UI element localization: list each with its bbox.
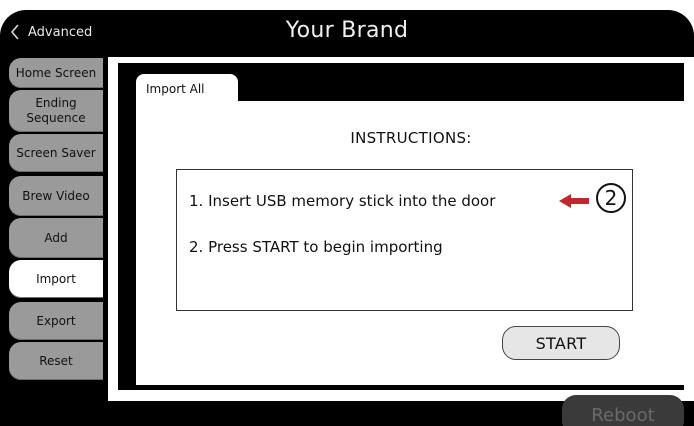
start-label: START	[535, 333, 587, 353]
tab-import-all[interactable]: Import All	[136, 74, 238, 102]
sidebar-item-add[interactable]: Add	[9, 218, 103, 258]
sidebar-item-label: Add	[44, 230, 68, 245]
callout-number: 2	[604, 186, 618, 210]
sidebar-item-export[interactable]: Export	[9, 302, 103, 340]
sidebar-item-import[interactable]: Import	[9, 260, 103, 298]
sidebar-item-label: Screen Saver	[16, 145, 96, 160]
callout-annotation: 2	[559, 182, 679, 220]
header-bar: Advanced Your Brand	[0, 10, 694, 54]
sidebar-item-reset[interactable]: Reset	[9, 342, 103, 380]
sidebar-item-label: Reset	[39, 353, 73, 368]
reboot-button[interactable]: Reboot	[562, 395, 684, 426]
circled-number-icon: 2	[596, 183, 626, 213]
instructions-title: INSTRUCTIONS:	[350, 129, 472, 147]
sidebar-item-screen-saver[interactable]: Screen Saver	[9, 134, 103, 172]
app-frame: Advanced Your Brand Home Screen Ending S…	[0, 10, 694, 426]
instructions-box: 1. Insert USB memory stick into the door…	[176, 169, 633, 311]
sidebar-item-home-screen[interactable]: Home Screen	[9, 58, 103, 88]
sidebar-item-label: Ending Sequence	[26, 96, 86, 125]
sidebar-item-label: Import	[36, 271, 76, 286]
tab-content: INSTRUCTIONS: 1. Insert USB memory stick…	[136, 101, 686, 385]
sidebar-item-brew-video[interactable]: Brew Video	[9, 176, 103, 216]
tab-label: Import All	[146, 82, 205, 96]
reboot-label: Reboot	[591, 404, 655, 426]
sidebar-item-label: Export	[36, 313, 76, 328]
brand-title: Your Brand	[285, 18, 409, 43]
sidebar-item-label: Brew Video	[22, 188, 90, 203]
step-1: 1. Insert USB memory stick into the door	[189, 192, 496, 210]
step-2: 2. Press START to begin importing	[189, 238, 443, 256]
start-button[interactable]: START	[502, 326, 620, 360]
sidebar-item-label: Home Screen	[15, 65, 97, 80]
sidebar-item-ending-sequence[interactable]: Ending Sequence	[9, 90, 103, 132]
content-panel: Import All INSTRUCTIONS: 1. Insert USB m…	[108, 57, 694, 401]
panel-inner-frame: Import All INSTRUCTIONS: 1. Insert USB m…	[118, 63, 686, 390]
